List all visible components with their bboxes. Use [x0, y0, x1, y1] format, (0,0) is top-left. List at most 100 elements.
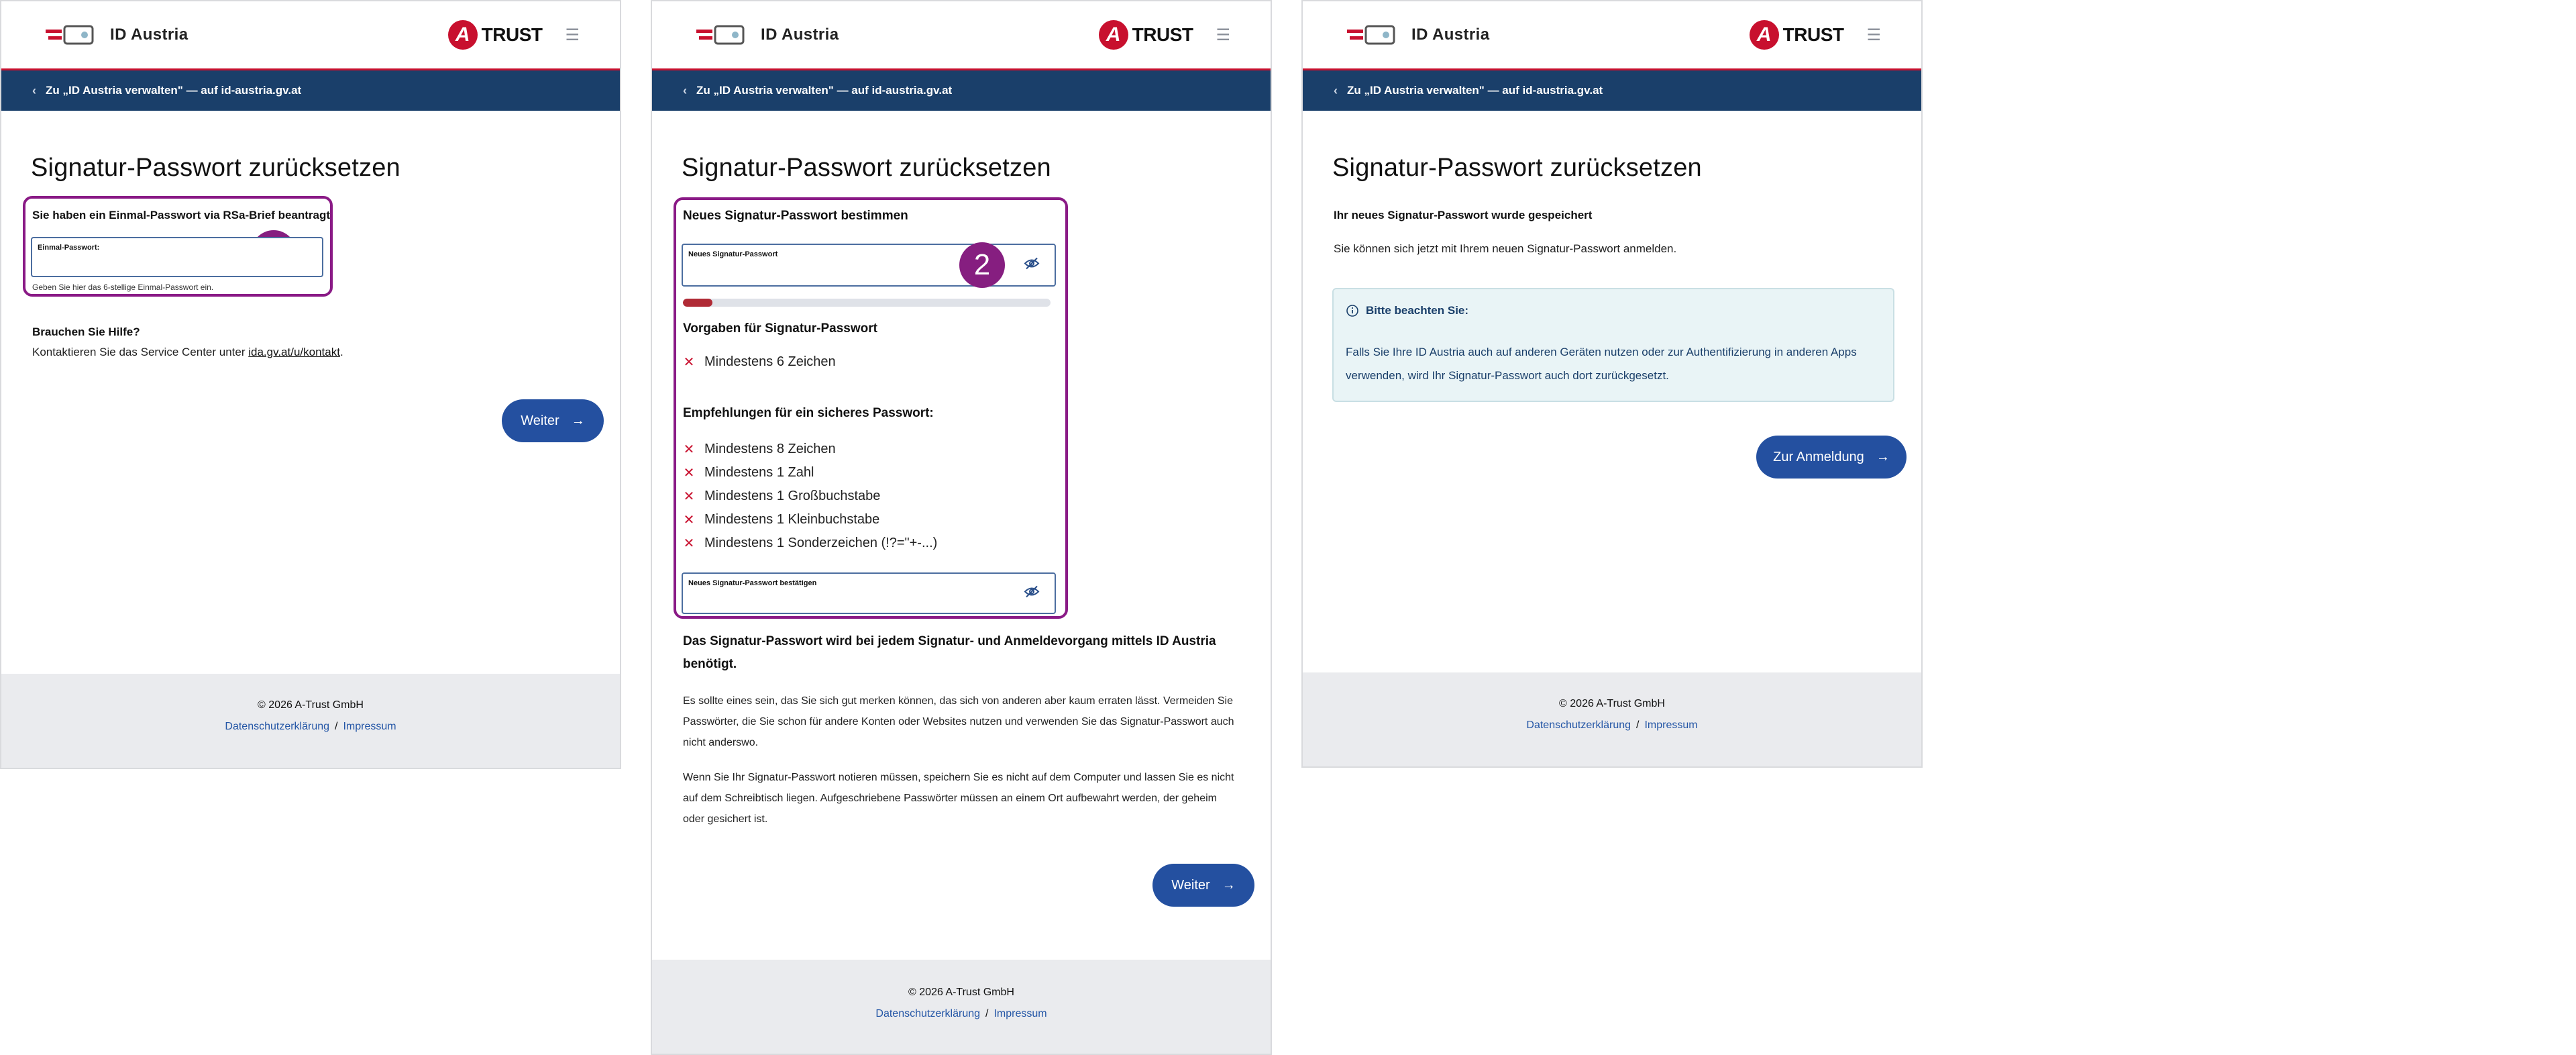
info-box-title: Bitte beachten Sie:	[1366, 304, 1469, 317]
success-text: Sie können sich jetzt mit Ihrem neuen Si…	[1334, 242, 1677, 255]
back-link-label: Zu „ID Austria verwalten" — auf id-austr…	[696, 84, 953, 97]
step-badge-2: 2	[959, 242, 1005, 288]
a-trust-logo: A TRUST	[447, 20, 543, 50]
back-link[interactable]: ‹ Zu „ID Austria verwalten" — auf id-aus…	[652, 70, 1271, 111]
hamburger-icon[interactable]: ☰	[565, 26, 580, 45]
confirm-password-label: Neues Signatur-Passwort bestätigen	[688, 579, 817, 587]
back-link[interactable]: ‹ Zu „ID Austria verwalten" — auf id-aus…	[1, 70, 620, 111]
id-austria-logo[interactable]: ID Austria	[695, 23, 839, 46]
footer-links: Datenschutzerklärung / Impressum	[1303, 719, 1921, 732]
footer-links: Datenschutzerklärung / Impressum	[1, 721, 620, 733]
id-austria-logo-icon	[1347, 25, 1395, 45]
footer: © 2026 A-Trust GmbH Datenschutzerklärung…	[1303, 672, 1921, 766]
arrow-right-icon: →	[1222, 877, 1236, 893]
eye-off-icon[interactable]	[1024, 585, 1040, 602]
info-box-header: Bitte beachten Sie:	[1346, 304, 1468, 317]
criteria-item: ✕ Mindestens 1 Kleinbuchstabe	[683, 511, 937, 528]
copyright: © 2026 A-Trust GmbH	[908, 987, 1014, 998]
weiter-button-label: Weiter	[1171, 877, 1210, 893]
otp-input[interactable]: Einmal-Passwort:	[31, 237, 323, 277]
app-header: ID Austria A TRUST ☰	[1, 1, 620, 68]
a-trust-logo-icon: A	[447, 20, 478, 50]
criteria-text: Mindestens 1 Kleinbuchstabe	[704, 512, 880, 527]
x-icon: ✕	[683, 355, 695, 370]
requirements-title: Vorgaben für Signatur-Passwort	[683, 321, 877, 336]
page-title: Signatur-Passwort zurücksetzen	[682, 154, 1051, 182]
logo-text: ID Austria	[761, 26, 839, 44]
back-link[interactable]: ‹ Zu „ID Austria verwalten" — auf id-aus…	[1303, 70, 1921, 111]
a-trust-logo-icon: A	[1098, 20, 1128, 50]
success-subtitle: Ihr neues Signatur-Passwort wurde gespei…	[1334, 209, 1593, 221]
footer-separator: /	[985, 1008, 989, 1019]
new-password-label: Neues Signatur-Passwort	[688, 250, 778, 258]
page-title: Signatur-Passwort zurücksetzen	[1332, 154, 1702, 182]
chevron-left-icon: ‹	[1334, 83, 1338, 97]
help-contact-link[interactable]: ida.gv.at/u/kontakt	[248, 346, 340, 358]
otp-hint: Geben Sie hier das 6-stellige Einmal-Pas…	[32, 283, 214, 292]
id-austria-logo-icon	[696, 25, 745, 45]
info-paragraph-1: Es sollte eines sein, das Sie sich gut m…	[683, 695, 1234, 748]
panel-step3: ID Austria A TRUST ☰ ‹ Zu „ID Austria ve…	[1301, 0, 1923, 768]
zur-anmeldung-button[interactable]: Zur Anmeldung →	[1756, 436, 1907, 479]
arrow-right-icon: →	[1876, 449, 1890, 464]
app-header: ID Austria A TRUST ☰	[1303, 1, 1921, 68]
confirm-password-input[interactable]: Neues Signatur-Passwort bestätigen	[682, 572, 1056, 614]
password-strength-bar	[683, 299, 1051, 307]
panel-step2: ID Austria A TRUST ☰ ‹ Zu „ID Austria ve…	[651, 0, 1272, 1055]
criteria-text: Mindestens 1 Großbuchstabe	[704, 489, 881, 503]
weiter-button[interactable]: Weiter →	[502, 399, 604, 442]
help-title: Brauchen Sie Hilfe?	[32, 325, 140, 338]
info-box: Bitte beachten Sie: Falls Sie Ihre ID Au…	[1332, 288, 1894, 402]
panel-step1: ID Austria A TRUST ☰ ‹ Zu „ID Austria ve…	[0, 0, 621, 769]
x-icon: ✕	[683, 489, 695, 504]
help-text: Kontaktieren Sie das Service Center unte…	[32, 346, 343, 359]
requirements-list: ✕ Mindestens 6 Zeichen	[683, 354, 836, 370]
copyright: © 2026 A-Trust GmbH	[1559, 698, 1665, 709]
hamburger-icon[interactable]: ☰	[1216, 26, 1230, 45]
criteria-item: ✕ Mindestens 1 Zahl	[683, 464, 937, 481]
criteria-text: Mindestens 8 Zeichen	[704, 442, 836, 456]
imprint-link[interactable]: Impressum	[343, 721, 396, 732]
info-paragraph-2: Wenn Sie Ihr Signatur-Passwort notieren …	[683, 772, 1234, 825]
id-austria-logo[interactable]: ID Austria	[1346, 23, 1489, 46]
footer: © 2026 A-Trust GmbH Datenschutzerklärung…	[1, 674, 620, 768]
logo-text: ID Austria	[110, 26, 189, 44]
recommendations-title: Empfehlungen für ein sicheres Passwort:	[683, 406, 934, 420]
x-icon: ✕	[683, 442, 695, 457]
help-text-prefix: Kontaktieren Sie das Service Center unte…	[32, 346, 249, 358]
footer: © 2026 A-Trust GmbH Datenschutzerklärung…	[652, 960, 1271, 1054]
privacy-link[interactable]: Datenschutzerklärung	[225, 721, 329, 732]
info-icon	[1346, 305, 1358, 317]
imprint-link[interactable]: Impressum	[994, 1008, 1046, 1019]
arrow-right-icon: →	[571, 413, 585, 428]
criteria-item: ✕ Mindestens 1 Sonderzeichen (!?="+-...)	[683, 535, 938, 552]
x-icon: ✕	[683, 536, 695, 551]
a-trust-text: TRUST	[1782, 24, 1844, 45]
zur-anmeldung-label: Zur Anmeldung	[1773, 449, 1864, 464]
id-austria-logo[interactable]: ID Austria	[44, 23, 188, 46]
main-content: Signatur-Passwort zurücksetzen Ihr neues…	[1303, 111, 1921, 661]
x-icon: ✕	[683, 466, 695, 481]
privacy-link[interactable]: Datenschutzerklärung	[1526, 719, 1631, 731]
privacy-link[interactable]: Datenschutzerklärung	[875, 1008, 980, 1019]
back-link-label: Zu „ID Austria verwalten" — auf id-austr…	[1347, 84, 1603, 97]
footer-separator: /	[335, 721, 338, 732]
criteria-item: ✕ Mindestens 8 Zeichen	[683, 441, 937, 458]
eye-off-icon[interactable]	[1024, 257, 1040, 274]
footer-separator: /	[1636, 719, 1640, 731]
page-title: Signatur-Passwort zurücksetzen	[31, 154, 400, 182]
help-text-suffix: .	[339, 346, 343, 358]
a-trust-logo-icon: A	[1749, 20, 1779, 50]
chevron-left-icon: ‹	[683, 83, 687, 97]
app-header: ID Austria A TRUST ☰	[652, 1, 1271, 68]
a-trust-text: TRUST	[481, 24, 543, 45]
criteria-text: Mindestens 6 Zeichen	[704, 354, 836, 369]
imprint-link[interactable]: Impressum	[1644, 719, 1697, 731]
otp-input-label: Einmal-Passwort:	[38, 244, 100, 252]
weiter-button[interactable]: Weiter →	[1152, 864, 1254, 907]
password-strength-fill	[683, 299, 712, 307]
hamburger-icon[interactable]: ☰	[1866, 26, 1881, 45]
a-trust-text: TRUST	[1132, 24, 1193, 45]
otp-subtitle: Sie haben ein Einmal-Passwort via RSa-Br…	[32, 209, 331, 221]
id-austria-logo-icon	[46, 25, 94, 45]
